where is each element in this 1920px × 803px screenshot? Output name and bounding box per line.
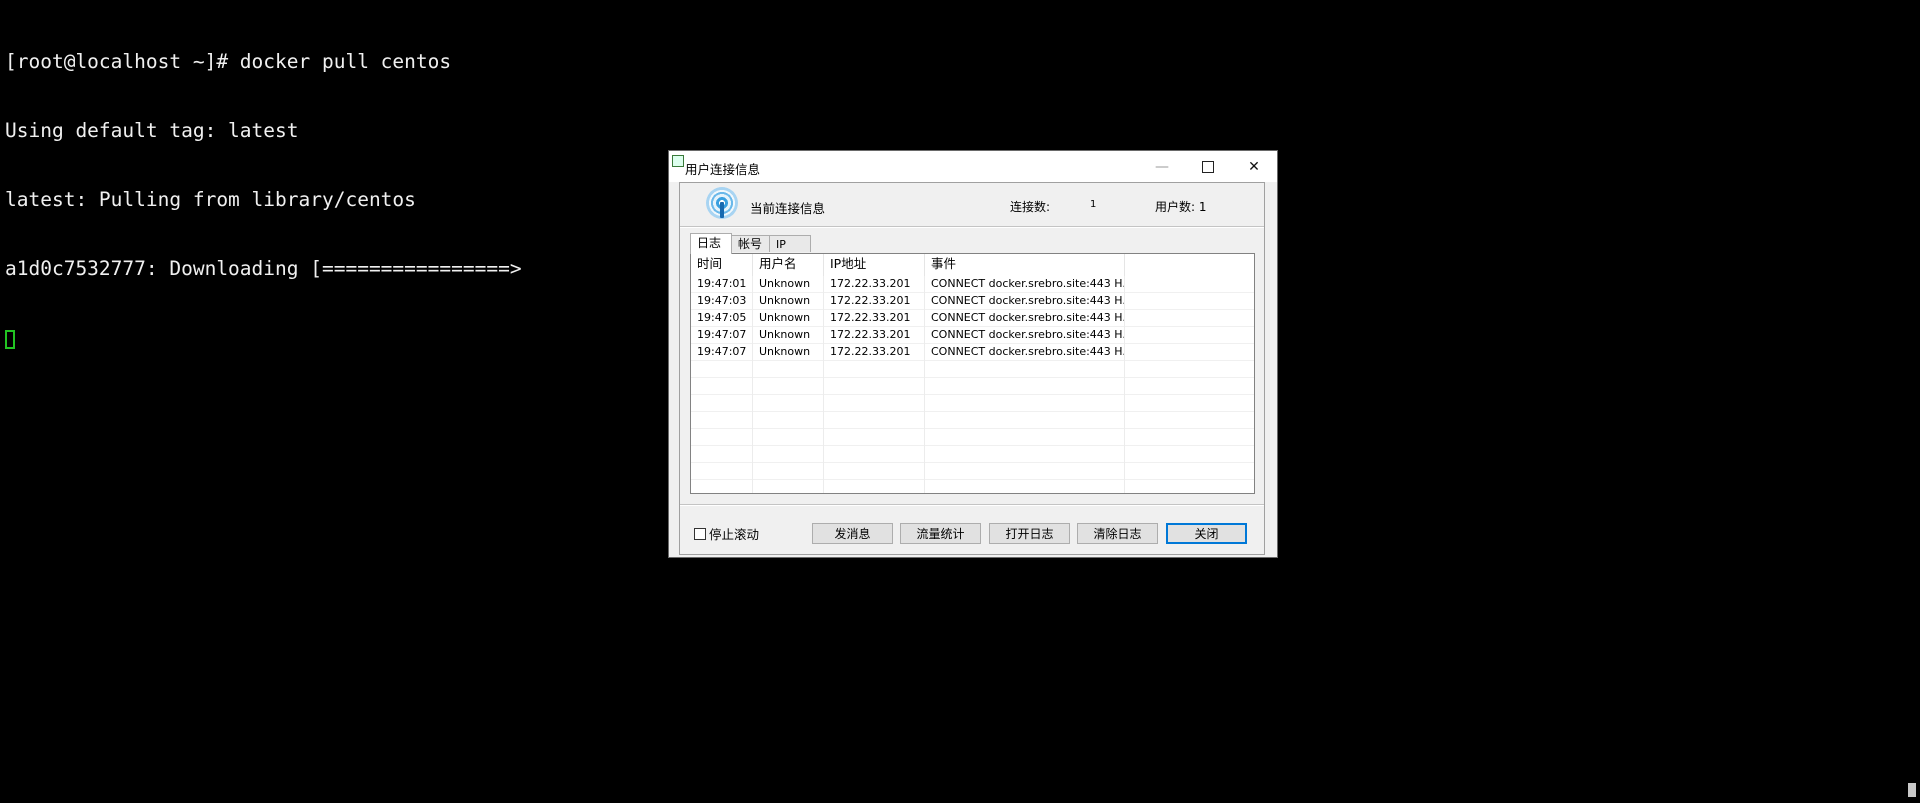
cell-time: 19:47:05 (691, 310, 753, 327)
column-header-ip[interactable]: IP地址 (824, 254, 925, 276)
minimize-icon[interactable]: — (1139, 151, 1185, 182)
empty-row (691, 480, 1254, 493)
connection-header: 当前连接信息 连接数: 1 用户数: 1 (680, 183, 1264, 227)
send-message-button[interactable]: 发消息 (812, 523, 893, 544)
tab-ip[interactable]: IP (769, 235, 811, 252)
cell-ip: 172.22.33.201 (824, 327, 925, 344)
traffic-stats-button[interactable]: 流量统计 (900, 523, 981, 544)
empty-row (691, 412, 1254, 429)
cell-username: Unknown (753, 276, 824, 293)
cell-event: CONNECT docker.srebro.site:443 H... (925, 327, 1125, 344)
cell-event: CONNECT docker.srebro.site:443 H... (925, 344, 1125, 361)
tab-log[interactable]: 日志 (690, 233, 732, 254)
cell-username: Unknown (753, 310, 824, 327)
cell-time: 19:47:07 (691, 344, 753, 361)
column-header-time[interactable]: 时间 (691, 254, 753, 276)
empty-row (691, 446, 1254, 463)
cell-ip: 172.22.33.201 (824, 293, 925, 310)
column-header-event[interactable]: 事件 (925, 254, 1125, 276)
cell-ip: 172.22.33.201 (824, 310, 925, 327)
footer-divider (680, 504, 1264, 505)
connection-info-dialog: 用户连接信息 — ✕ 当前连接信息 连接数: 1 用户数: 1 日志 帐号 IP… (668, 150, 1278, 558)
terminal-cursor (5, 330, 15, 349)
cell-event: CONNECT docker.srebro.site:443 H... (925, 310, 1125, 327)
cell-username: Unknown (753, 327, 824, 344)
current-connection-label: 当前连接信息 (750, 201, 826, 216)
terminal-line: [root@localhost ~]# docker pull centos (5, 50, 452, 73)
stop-scroll-label: 停止滚动 (709, 527, 760, 542)
app-icon (672, 155, 684, 167)
terminal-scrollbar[interactable] (1908, 783, 1916, 797)
empty-row (691, 429, 1254, 446)
cell-username: Unknown (753, 293, 824, 310)
table-row[interactable]: 19:47:03 Unknown 172.22.33.201 CONNECT d… (691, 293, 1254, 310)
dialog-body: 当前连接信息 连接数: 1 用户数: 1 日志 帐号 IP 时间 用户名 IP地… (679, 182, 1265, 555)
log-table: 时间 用户名 IP地址 事件 19:47:01 Unknown 172.22.3… (690, 253, 1255, 494)
table-header: 时间 用户名 IP地址 事件 (691, 254, 1254, 276)
open-log-button[interactable]: 打开日志 (989, 523, 1070, 544)
antenna-icon (706, 187, 738, 219)
empty-row (691, 378, 1254, 395)
maximize-icon[interactable] (1185, 151, 1231, 182)
column-header-username[interactable]: 用户名 (753, 254, 824, 276)
terminal-line: Using default tag: latest (5, 119, 299, 142)
table-row[interactable]: 19:47:07 Unknown 172.22.33.201 CONNECT d… (691, 327, 1254, 344)
close-button[interactable]: 关闭 (1166, 523, 1247, 544)
dialog-titlebar[interactable]: 用户连接信息 — ✕ (669, 151, 1277, 182)
dialog-title: 用户连接信息 (685, 162, 761, 177)
cell-time: 19:47:07 (691, 327, 753, 344)
clear-log-button[interactable]: 清除日志 (1077, 523, 1158, 544)
column-header-empty (1125, 254, 1254, 276)
close-icon[interactable]: ✕ (1231, 151, 1277, 182)
cell-ip: 172.22.33.201 (824, 276, 925, 293)
cell-event: CONNECT docker.srebro.site:443 H... (925, 293, 1125, 310)
empty-row (691, 463, 1254, 480)
cell-time: 19:47:01 (691, 276, 753, 293)
tab-account[interactable]: 帐号 (731, 235, 770, 252)
empty-row (691, 395, 1254, 412)
stop-scroll-checkbox[interactable]: 停止滚动 (694, 524, 759, 543)
cell-time: 19:47:03 (691, 293, 753, 310)
users-count: 用户数: 1 (1155, 200, 1207, 214)
connections-label: 连接数: (1010, 200, 1051, 214)
connections-count: 1 (1090, 199, 1097, 210)
table-rows: 19:47:01 Unknown 172.22.33.201 CONNECT d… (691, 276, 1254, 493)
checkbox-box[interactable] (694, 527, 706, 540)
cell-event: CONNECT docker.srebro.site:443 H... (925, 276, 1125, 293)
cell-ip: 172.22.33.201 (824, 344, 925, 361)
table-row[interactable]: 19:47:01 Unknown 172.22.33.201 CONNECT d… (691, 276, 1254, 293)
table-row[interactable]: 19:47:05 Unknown 172.22.33.201 CONNECT d… (691, 310, 1254, 327)
empty-row (691, 361, 1254, 378)
table-row[interactable]: 19:47:07 Unknown 172.22.33.201 CONNECT d… (691, 344, 1254, 361)
cell-username: Unknown (753, 344, 824, 361)
